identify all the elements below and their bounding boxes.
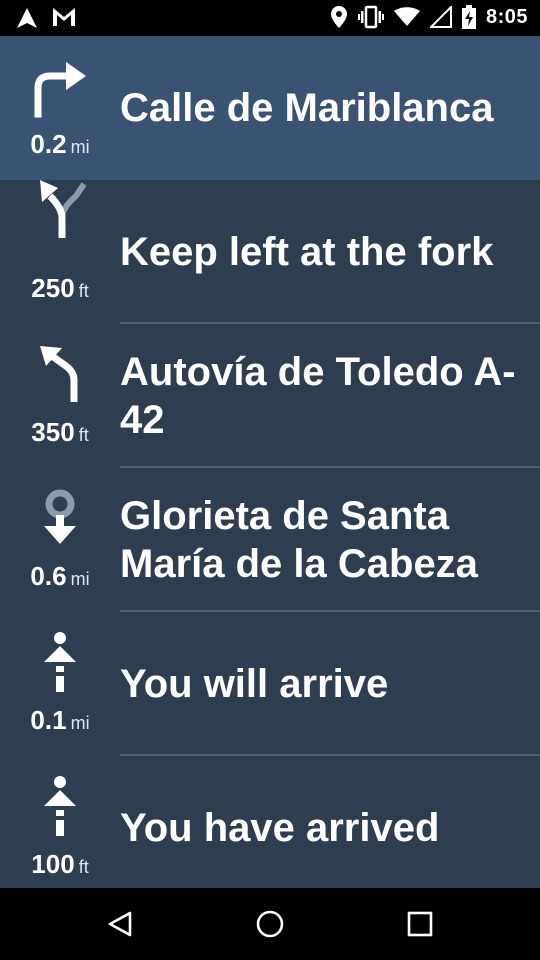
step-instruction: Calle de Mariblanca [120,86,494,130]
clock: 8:05 [485,5,528,28]
turn-left-icon [40,346,78,402]
step-instruction: Autovía de Toledo A-42 [120,350,516,442]
step-distance: 100 ft [31,849,89,879]
step-distance: 250 ft [31,273,89,303]
maneuver: 350 ft [0,324,120,468]
step-distance: 0.6 mi [30,561,90,591]
navigation-bar [0,888,540,960]
maneuver: 250 ft [0,180,120,324]
maneuver: 0.1 mi [0,612,120,756]
step-instruction: You have arrived [120,806,440,850]
step-instruction: Glorieta de Santa María de la Cabeza [120,494,478,586]
roundabout-pin-icon [44,489,76,544]
direction-step[interactable]: 250 ft Keep left at the fork [0,180,540,324]
status-bar: 8:05 [0,0,540,36]
fork-left-icon [40,180,87,238]
wifi-icon [393,7,420,27]
arrived-person-icon [44,776,76,836]
navigation-arrow-icon [16,7,38,29]
arrive-person-icon [44,632,76,692]
cell-signal-icon [429,6,452,28]
direction-step[interactable]: 100 ft You have arrived [0,756,540,888]
step-instruction: Keep left at the fork [120,230,494,274]
direction-step[interactable]: 350 ft Autovía de Toledo A-42 [0,324,540,468]
turn-right-icon [34,62,86,118]
vibrate-icon [357,5,384,29]
location-pin-icon [330,5,348,29]
maneuver: 0.6 mi [0,468,120,612]
battery-charging-icon [461,5,476,29]
step-instruction: You will arrive [120,662,389,706]
direction-step[interactable]: 0.1 mi You will arrive [0,612,540,756]
direction-step-current[interactable]: 0.2 mi Calle de Mariblanca [0,36,540,180]
home-icon[interactable] [256,910,284,943]
direction-step[interactable]: 0.6 mi Glorieta de Santa María de la Cabe… [0,468,540,612]
maneuver: 0.2 mi [0,36,120,180]
directions-list[interactable]: 0.2 mi Calle de Mariblanca 250 ft Keep lef… [0,36,540,888]
step-distance: 350 ft [31,417,89,447]
step-distance: 0.2 mi [30,129,90,159]
step-distance: 0.1 mi [30,705,90,735]
gmail-icon [52,7,76,29]
back-icon[interactable] [106,910,134,943]
maneuver: 100 ft [0,756,120,888]
recents-icon[interactable] [406,910,434,943]
